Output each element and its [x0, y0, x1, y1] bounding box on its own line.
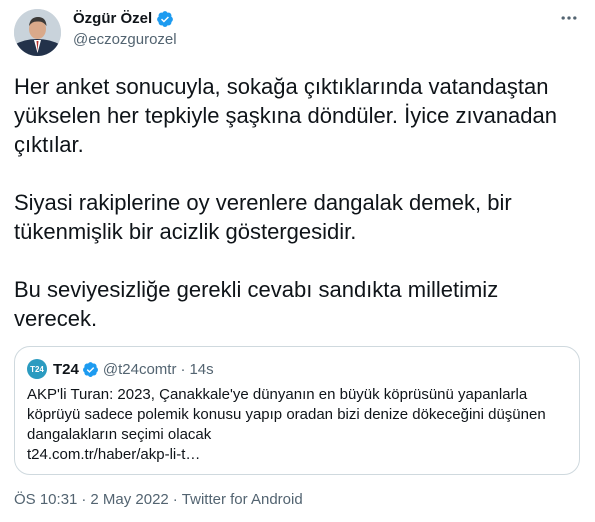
quote-text-line: dangalakların seçimi olacak: [27, 426, 212, 443]
verified-badge-icon: [82, 361, 99, 378]
quote-text-line: AKP'li Turan: 2023, Çanakkale'ye dünyanı…: [27, 386, 528, 403]
tweet-meta: ÖS 10:31 · 2 May 2022 · Twitter for Andr…: [14, 491, 303, 509]
quote-text-line: köprüyü sadece polemik konusu yapıp orad…: [27, 406, 546, 423]
tweet-source[interactable]: Twitter for Android: [182, 491, 303, 509]
author-handle[interactable]: @eczozgurozel: [73, 31, 177, 49]
tweet-paragraph: Bu seviyesizliğe gerekli cevabı sandıkta…: [14, 277, 499, 331]
quote-avatar[interactable]: T24: [27, 359, 47, 379]
quote-author-handle[interactable]: @t24comtr: [103, 361, 177, 378]
more-options-icon: [559, 8, 579, 33]
tweet-time[interactable]: ÖS 10:31: [14, 491, 77, 509]
author-name-row: Özgür Özel: [73, 10, 174, 28]
quote-author-name[interactable]: T24: [53, 361, 79, 378]
tweet-text: Her anket sonucuyla, sokağa çıktıklarınd…: [14, 72, 582, 333]
quote-timestamp[interactable]: 14s: [189, 361, 213, 378]
quote-text: AKP'li Turan: 2023, Çanakkale'ye dünyanı…: [27, 385, 572, 465]
quote-header: T24 T24 @t24comtr · 14s: [27, 359, 214, 379]
verified-badge-icon: [156, 10, 174, 28]
more-options-button[interactable]: [557, 8, 581, 32]
quote-tweet-card[interactable]: T24 T24 @t24comtr · 14s AKP'li Turan: 20…: [14, 346, 580, 475]
tweet-paragraph: Her anket sonucuyla, sokağa çıktıklarınd…: [14, 74, 557, 157]
tweet: Özgür Özel @eczozgurozel Her anket sonuc…: [0, 0, 595, 522]
author-display-name[interactable]: Özgür Özel: [73, 10, 152, 28]
tweet-date[interactable]: 2 May 2022: [90, 491, 168, 509]
avatar-image: [14, 9, 61, 56]
separator-dot: ·: [180, 360, 186, 378]
avatar[interactable]: [14, 9, 61, 56]
separator-dot: ·: [81, 491, 87, 508]
separator-dot: ·: [172, 491, 178, 508]
tweet-paragraph: Siyasi rakiplerine oy verenlere dangalak…: [14, 190, 512, 244]
quote-link[interactable]: t24.com.tr/haber/akp-li-t…: [27, 445, 572, 465]
